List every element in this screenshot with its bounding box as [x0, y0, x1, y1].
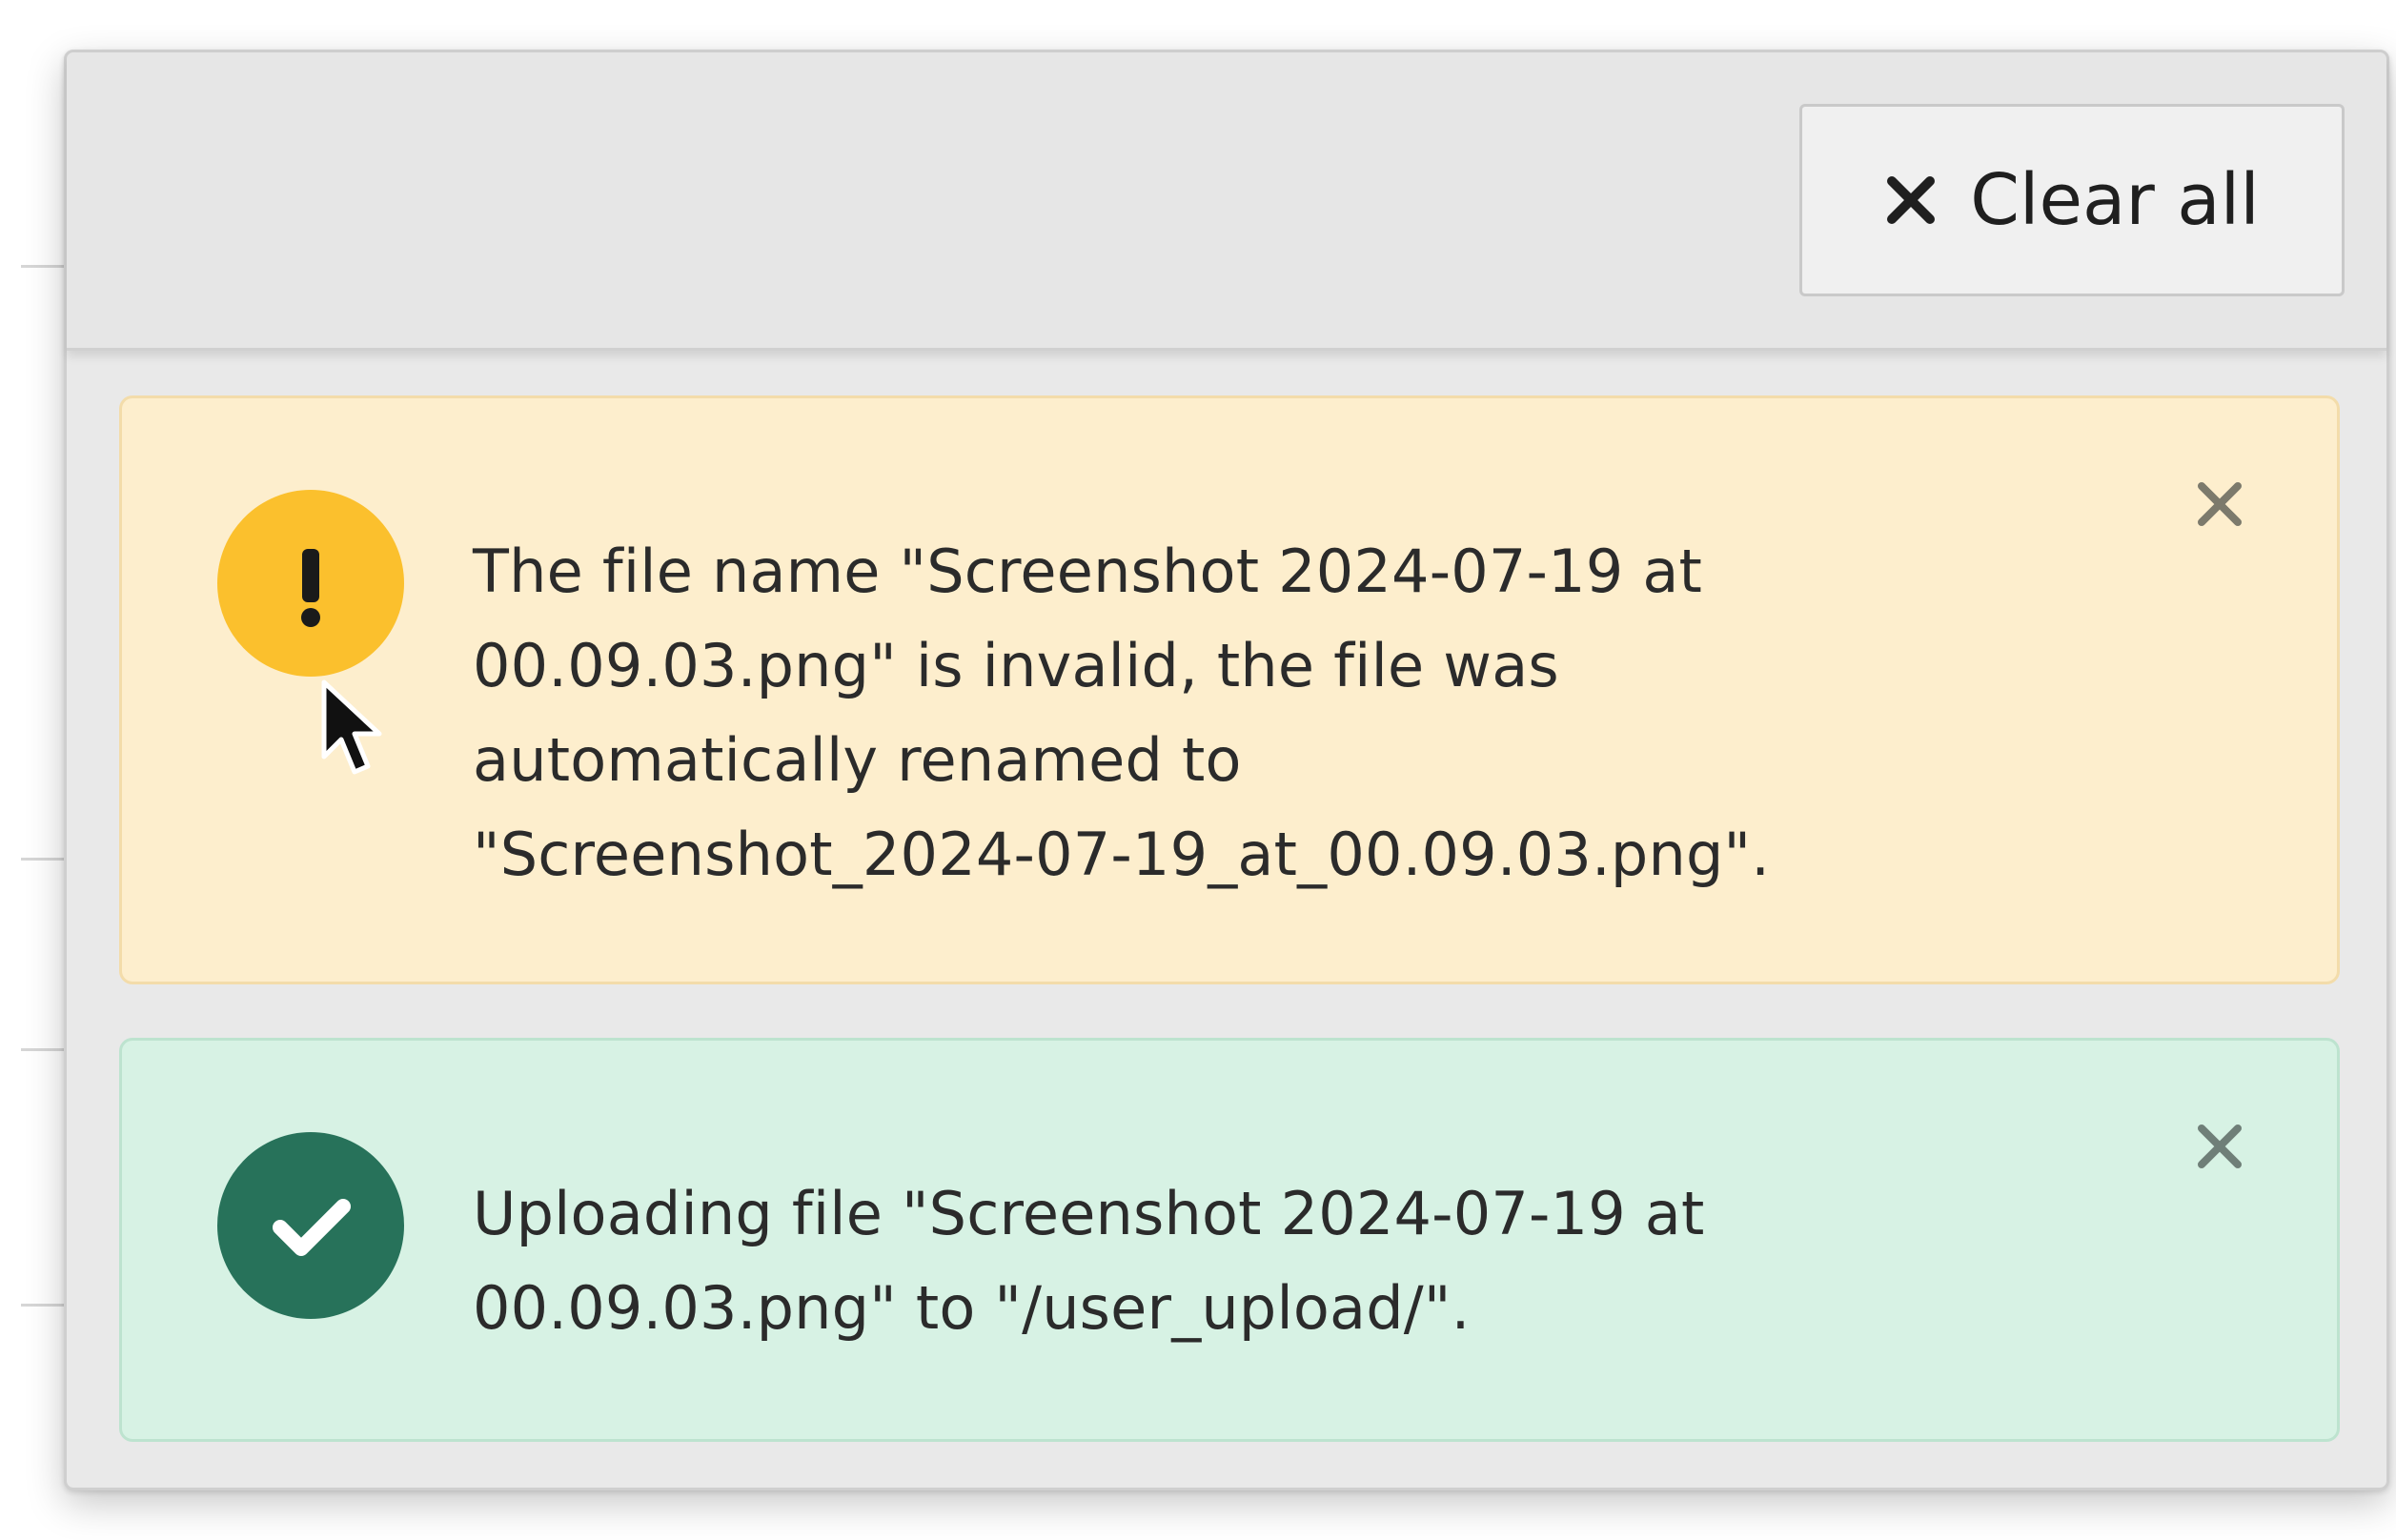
message-line: The file name "Screenshot 2024-07-19 at — [473, 537, 1703, 606]
message-line: 00.09.03.png" to "/user_upload/". — [473, 1273, 1471, 1343]
dismiss-warning-button[interactable] — [2194, 478, 2245, 530]
message-line: automatically renamed to — [473, 725, 1242, 795]
notification-panel-header: Clear all — [67, 52, 2386, 351]
clear-all-button[interactable]: Clear all — [1799, 104, 2345, 296]
close-icon — [1887, 176, 1936, 224]
clear-all-label: Clear all — [1970, 159, 2260, 241]
notification-panel: Clear all The file name "Screenshot 2024… — [64, 50, 2389, 1490]
exclamation-icon — [301, 549, 320, 627]
warning-status-icon — [217, 490, 404, 677]
warning-message: The file name "Screenshot 2024-07-19 at … — [473, 524, 2108, 902]
dismiss-success-button[interactable] — [2194, 1121, 2245, 1172]
warning-notification: The file name "Screenshot 2024-07-19 at … — [119, 395, 2340, 984]
message-line: 00.09.03.png" is invalid, the file was — [473, 631, 1559, 700]
background-divider — [21, 1304, 65, 1307]
message-line: "Screenshot_2024-07-19_at_00.09.03.png". — [473, 820, 1771, 889]
message-line: Uploading file "Screenshot 2024-07-19 at — [473, 1179, 1705, 1248]
check-icon — [273, 1199, 351, 1256]
close-icon — [2198, 482, 2242, 526]
background-divider — [21, 858, 65, 861]
close-icon — [2198, 1125, 2242, 1168]
background-divider — [21, 265, 65, 268]
success-status-icon — [217, 1132, 404, 1319]
success-notification: Uploading file "Screenshot 2024-07-19 at… — [119, 1038, 2340, 1442]
success-message: Uploading file "Screenshot 2024-07-19 at… — [473, 1166, 2108, 1355]
background-divider — [21, 1048, 65, 1051]
